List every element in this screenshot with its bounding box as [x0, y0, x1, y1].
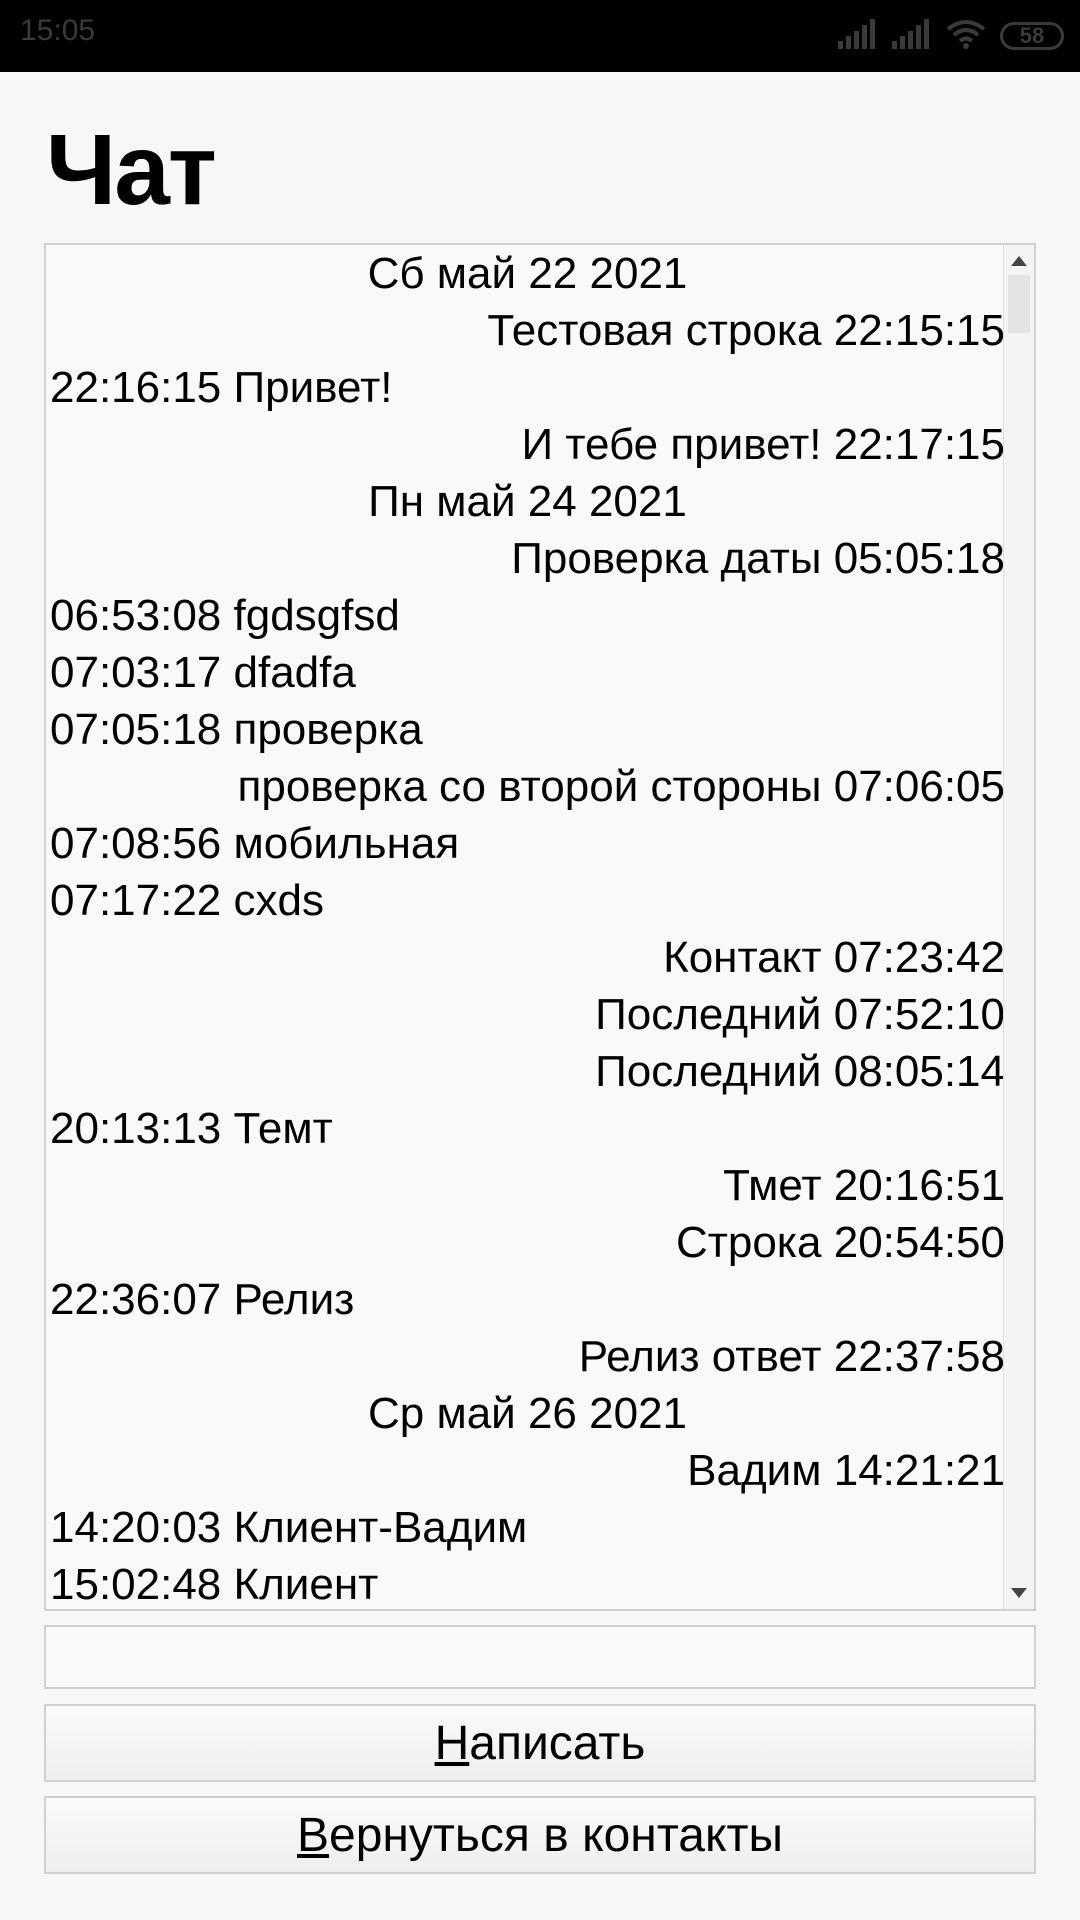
- outgoing-message: Последний 08:05:14: [595, 1047, 1005, 1096]
- wifi-icon: [946, 19, 986, 54]
- date-separator: Ср май 26 2021: [367, 1389, 688, 1438]
- message-input[interactable]: [44, 1625, 1036, 1689]
- outgoing-message: Последний 07:52:10: [595, 990, 1005, 1039]
- incoming-message: 07:05:18 проверка: [50, 705, 423, 754]
- outgoing-message: Тмет 20:16:51: [723, 1161, 1005, 1210]
- signal-icon: [892, 18, 932, 54]
- outgoing-message: Контакт 07:23:42: [663, 933, 1005, 982]
- outgoing-message: проверка со второй стороны 07:06:05: [237, 762, 1005, 811]
- outgoing-message: Тестовая строка 22:15:15: [487, 306, 1005, 355]
- back-button-mnemonic: В: [297, 1808, 330, 1862]
- incoming-message: 20:13:13 Темт: [50, 1104, 333, 1153]
- incoming-message: 07:17:22 cxds: [50, 876, 324, 925]
- send-button-label: аписать: [469, 1716, 646, 1770]
- incoming-message: 15:02:48 Клиент: [50, 1560, 379, 1609]
- outgoing-message: И тебе привет! 22:17:15: [521, 420, 1005, 469]
- incoming-message: 06:53:08 fgdsgfsd: [50, 591, 400, 640]
- outgoing-message: Строка 20:54:50: [675, 1218, 1005, 1267]
- status-time: 15:05: [20, 14, 96, 47]
- send-button[interactable]: Написать: [44, 1704, 1036, 1782]
- page-title: Чат: [46, 114, 217, 226]
- incoming-message: 22:16:15 Привет!: [50, 363, 393, 412]
- incoming-message: 07:03:17 dfadfa: [50, 648, 356, 697]
- status-bar: 15:05 58: [0, 0, 1080, 72]
- outgoing-message: Вадим 14:21:21: [687, 1446, 1005, 1495]
- incoming-message: 14:20:03 Клиент-Вадим: [50, 1503, 528, 1552]
- scroll-down-icon[interactable]: [1004, 1581, 1034, 1605]
- send-button-mnemonic: Н: [434, 1716, 470, 1770]
- status-icons: 58: [838, 16, 1064, 56]
- date-separator: Сб май 22 2021: [367, 249, 688, 298]
- outgoing-message: Проверка даты 05:05:18: [511, 534, 1005, 583]
- battery-icon: 58: [1000, 22, 1064, 50]
- incoming-message: 07:08:56 мобильная: [50, 819, 460, 868]
- scroll-thumb[interactable]: [1008, 275, 1030, 333]
- incoming-message: 22:36:07 Релиз: [50, 1275, 355, 1324]
- outgoing-message: Релиз ответ 22:37:58: [578, 1332, 1005, 1381]
- date-separator: Пн май 24 2021: [368, 477, 687, 526]
- back-button-label: ернуться в контакты: [329, 1808, 783, 1862]
- chat-list[interactable]: Сб май 22 2021 Тестовая строка 22:15:15 22…: [44, 243, 1036, 1611]
- scroll-up-icon[interactable]: [1004, 249, 1034, 273]
- back-to-contacts-button[interactable]: Вернуться в контакты: [44, 1796, 1036, 1874]
- scrollbar[interactable]: [1003, 245, 1034, 1609]
- signal-icon: [838, 18, 878, 54]
- chat-messages: Сб май 22 2021 Тестовая строка 22:15:15 22…: [50, 245, 1005, 1609]
